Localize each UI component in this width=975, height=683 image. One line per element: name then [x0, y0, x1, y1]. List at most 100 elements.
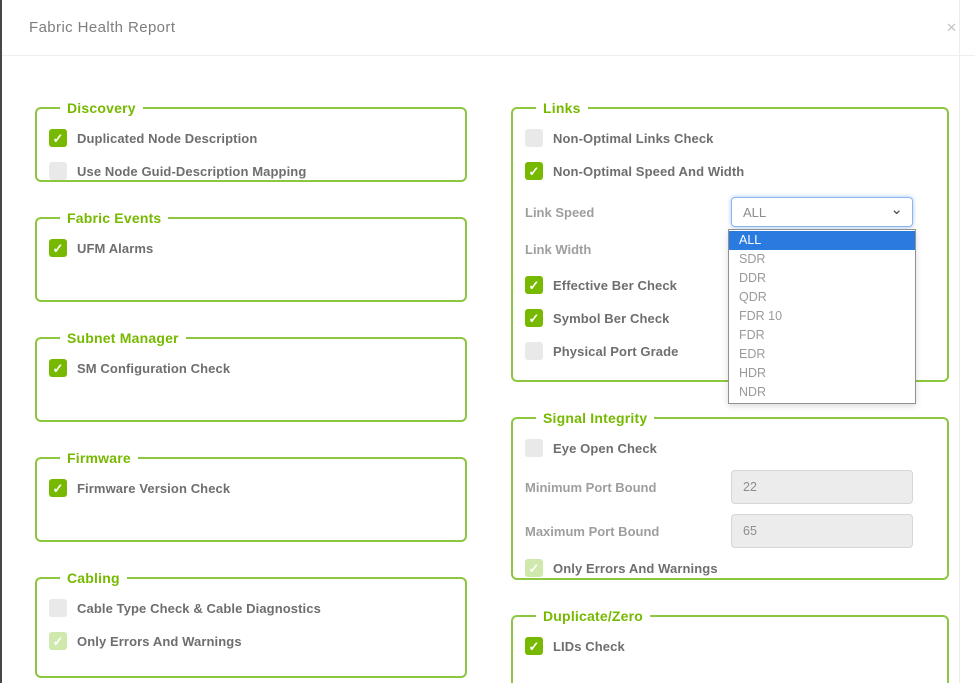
- checkbox-label: Physical Port Grade: [553, 344, 678, 359]
- section-subnet-manager: Subnet Manager ✓ SM Configuration Check: [35, 330, 467, 422]
- link-speed-select-value: ALL: [743, 205, 890, 220]
- section-duplicate-zero: Duplicate/Zero ✓ LIDs Check: [511, 608, 949, 683]
- checkbox-row-cable-type-check[interactable]: Cable Type Check & Cable Diagnostics: [49, 596, 453, 620]
- checkbox-row-only-errors-and-warnings: ✓ Only Errors And Warnings: [49, 629, 453, 653]
- check-icon: ✓: [53, 635, 64, 648]
- check-icon: ✓: [53, 482, 64, 495]
- section-fabric-events: Fabric Events ✓ UFM Alarms: [35, 210, 467, 302]
- checkbox-checked[interactable]: ✓: [525, 162, 543, 180]
- checkbox-label: Only Errors And Warnings: [77, 634, 242, 649]
- checkbox-row-non-optimal-links-check[interactable]: Non-Optimal Links Check: [525, 126, 935, 150]
- section-signal-integrity-legend: Signal Integrity: [536, 410, 654, 426]
- checkbox-unchecked[interactable]: [49, 162, 67, 180]
- checkbox-checked[interactable]: ✓: [525, 276, 543, 294]
- close-icon[interactable]: ✕: [946, 21, 957, 34]
- checkbox-unchecked[interactable]: [525, 439, 543, 457]
- section-signal-integrity: Signal Integrity Eye Open Check Minimum …: [511, 410, 949, 580]
- section-content: ✓ SM Configuration Check: [47, 356, 453, 412]
- checkbox-checked[interactable]: ✓: [49, 359, 67, 377]
- check-icon: ✓: [53, 362, 64, 375]
- check-icon: ✓: [529, 562, 540, 575]
- maximum-port-bound-row: Maximum Port Bound 65: [525, 514, 935, 548]
- dropdown-option-qdr[interactable]: QDR: [729, 288, 915, 307]
- checkbox-checked[interactable]: ✓: [49, 479, 67, 497]
- dropdown-option-sdr[interactable]: SDR: [729, 250, 915, 269]
- checkbox-label: Duplicated Node Description: [77, 131, 257, 146]
- check-icon: ✓: [53, 242, 64, 255]
- dropdown-option-all[interactable]: ALL: [729, 231, 915, 250]
- check-icon: ✓: [529, 640, 540, 653]
- checkbox-checked[interactable]: ✓: [49, 239, 67, 257]
- checkbox-label: Use Node Guid-Description Mapping: [77, 164, 306, 179]
- dropdown-option-hdr[interactable]: HDR: [729, 364, 915, 383]
- checkbox-label: Symbol Ber Check: [553, 311, 669, 326]
- maximum-port-bound-value: 65: [743, 524, 757, 538]
- checkbox-label: LIDs Check: [553, 639, 625, 654]
- dropdown-option-edr[interactable]: EDR: [729, 345, 915, 364]
- link-speed-row: Link Speed ALL ⌄ ALL SDR DDR QDR FDR 10: [525, 197, 935, 227]
- checkbox-unchecked[interactable]: [525, 342, 543, 360]
- minimum-port-bound-label: Minimum Port Bound: [525, 480, 731, 495]
- check-icon: ✓: [53, 132, 64, 145]
- dialog-header: Fabric Health Report ✕: [2, 0, 975, 56]
- checkbox-unchecked[interactable]: [525, 129, 543, 147]
- checkbox-label: Non-Optimal Speed And Width: [553, 164, 744, 179]
- section-subnet-manager-legend: Subnet Manager: [60, 330, 186, 346]
- checkbox-checked-disabled: ✓: [525, 559, 543, 577]
- checkbox-checked-disabled: ✓: [49, 632, 67, 650]
- checkbox-row-lids-check[interactable]: ✓ LIDs Check: [525, 634, 935, 658]
- checkbox-checked[interactable]: ✓: [525, 637, 543, 655]
- section-content: ✓ UFM Alarms: [47, 236, 453, 292]
- checkbox-row-ufm-alarms[interactable]: ✓ UFM Alarms: [49, 236, 453, 260]
- checkbox-row-use-node-guid-description-mapping[interactable]: Use Node Guid-Description Mapping: [49, 159, 453, 183]
- dropdown-option-fdr[interactable]: FDR: [729, 326, 915, 345]
- dropdown-option-fdr10[interactable]: FDR 10: [729, 307, 915, 326]
- section-cabling-legend: Cabling: [60, 570, 127, 586]
- section-duplicate-zero-legend: Duplicate/Zero: [536, 608, 650, 624]
- checkbox-label: SM Configuration Check: [77, 361, 230, 376]
- checkbox-checked[interactable]: ✓: [49, 129, 67, 147]
- checkbox-unchecked[interactable]: [49, 599, 67, 617]
- checkbox-label: Firmware Version Check: [77, 481, 230, 496]
- dropdown-option-ddr[interactable]: DDR: [729, 269, 915, 288]
- checkbox-label: UFM Alarms: [77, 241, 153, 256]
- check-icon: ✓: [529, 279, 540, 292]
- section-content: ✓ Firmware Version Check: [47, 476, 453, 532]
- section-discovery-legend: Discovery: [60, 100, 143, 116]
- section-fabric-events-legend: Fabric Events: [60, 210, 168, 226]
- checkbox-row-only-errors-and-warnings: ✓ Only Errors And Warnings: [525, 556, 935, 580]
- checkbox-row-firmware-version-check[interactable]: ✓ Firmware Version Check: [49, 476, 453, 500]
- section-links: Links Non-Optimal Links Check ✓ Non-Opti…: [511, 100, 949, 382]
- link-speed-select[interactable]: ALL ⌄: [731, 197, 913, 227]
- left-column: Discovery ✓ Duplicated Node Description …: [35, 100, 467, 683]
- minimum-port-bound-input: 22: [731, 470, 913, 504]
- checkbox-checked[interactable]: ✓: [525, 309, 543, 327]
- checkbox-row-non-optimal-speed-and-width[interactable]: ✓ Non-Optimal Speed And Width: [525, 159, 935, 183]
- dropdown-option-ndr[interactable]: NDR: [729, 383, 915, 402]
- dialog-body: Discovery ✓ Duplicated Node Description …: [2, 56, 975, 683]
- section-cabling: Cabling Cable Type Check & Cable Diagnos…: [35, 570, 467, 678]
- checkbox-label: Eye Open Check: [553, 441, 657, 456]
- minimum-port-bound-value: 22: [743, 480, 757, 494]
- checkbox-row-sm-configuration-check[interactable]: ✓ SM Configuration Check: [49, 356, 453, 380]
- link-speed-dropdown: ALL SDR DDR QDR FDR 10 FDR EDR HDR NDR: [728, 229, 916, 404]
- checkbox-row-eye-open-check[interactable]: Eye Open Check: [525, 436, 935, 460]
- section-firmware: Firmware ✓ Firmware Version Check: [35, 450, 467, 542]
- checkbox-row-duplicated-node-description[interactable]: ✓ Duplicated Node Description: [49, 126, 453, 150]
- maximum-port-bound-label: Maximum Port Bound: [525, 524, 731, 539]
- checkbox-label: Non-Optimal Links Check: [553, 131, 714, 146]
- link-speed-select-wrap: ALL ⌄ ALL SDR DDR QDR FDR 10 FDR EDR HDR: [731, 197, 913, 227]
- section-links-legend: Links: [536, 100, 588, 116]
- minimum-port-bound-row: Minimum Port Bound 22: [525, 470, 935, 504]
- link-speed-label: Link Speed: [525, 205, 731, 220]
- right-column: Links Non-Optimal Links Check ✓ Non-Opti…: [511, 100, 949, 683]
- section-discovery: Discovery ✓ Duplicated Node Description …: [35, 100, 467, 182]
- maximum-port-bound-input: 65: [731, 514, 913, 548]
- right-edge-divider: [959, 0, 960, 683]
- check-icon: ✓: [529, 312, 540, 325]
- fabric-health-report-dialog: Fabric Health Report ✕ Discovery ✓ Dupli…: [0, 0, 975, 683]
- dialog-title: Fabric Health Report: [29, 19, 175, 36]
- link-width-label: Link Width: [525, 242, 731, 257]
- checkbox-label: Cable Type Check & Cable Diagnostics: [77, 601, 321, 616]
- checkbox-label: Only Errors And Warnings: [553, 561, 718, 576]
